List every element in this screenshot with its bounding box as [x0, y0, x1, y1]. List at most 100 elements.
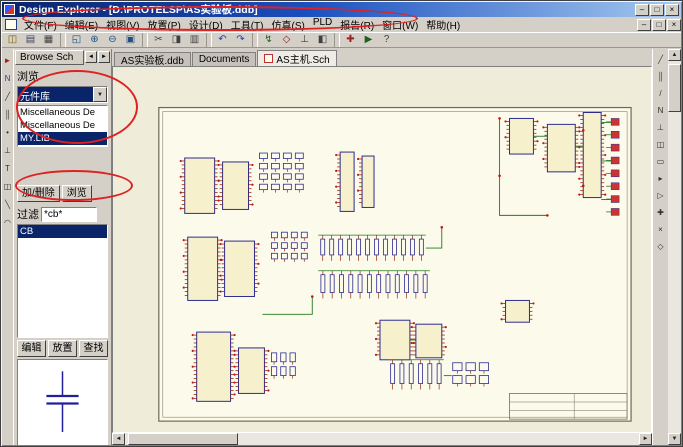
menu-pld[interactable]: PLD	[309, 17, 336, 32]
title-bar: Design Explorer - [D:\PROTELSP\AS实验板.ddb…	[2, 2, 681, 17]
toolbar-separator	[252, 33, 258, 47]
bus-tool-icon[interactable]: ║	[654, 71, 667, 83]
zoom-all-icon[interactable]: ▣	[122, 33, 139, 47]
browse-panel: Browse Sch ◄ ► 浏览 元件库 ▼ Miscellaneous De…	[14, 49, 112, 445]
chevron-down-icon[interactable]: ▼	[93, 87, 107, 102]
main-toolbar: ◫▤▦ ◱⊕⊖▣ ✂◨▥ ↶↷ ↯◇⊥◧ ✚▶?	[2, 32, 681, 48]
zoom-in-icon[interactable]: ⊕	[86, 33, 103, 47]
wire-icon[interactable]: ╱	[2, 91, 13, 102]
sheet-symbol-tool-icon[interactable]: ▭	[654, 156, 667, 168]
help-icon[interactable]: ?	[378, 33, 395, 47]
horizontal-scrollbar-track[interactable]	[125, 433, 639, 445]
power-objects-icon[interactable]: ⊥	[296, 33, 313, 47]
menu-design[interactable]: 设计(D)	[185, 17, 227, 32]
drawing-tools-icon[interactable]: ◇	[278, 33, 295, 47]
net-label-tool-icon[interactable]: N	[654, 105, 667, 117]
text-icon[interactable]: T	[2, 163, 13, 174]
junction-icon[interactable]: •	[2, 127, 13, 138]
simulate-run-icon[interactable]: ▶	[360, 33, 377, 47]
power-port-icon[interactable]: ⊥	[2, 145, 13, 156]
mdi-restore-button[interactable]: □	[652, 19, 666, 31]
tab-as-shiyanban-ddb[interactable]: AS实验板.ddb	[114, 52, 191, 66]
scroll-left-button[interactable]: ◄	[112, 433, 125, 445]
cut-icon[interactable]: ✂	[150, 33, 167, 47]
directives-tool-icon[interactable]: ◇	[654, 241, 667, 253]
menu-reports[interactable]: 报告(R)	[336, 17, 378, 32]
bus-icon[interactable]: ║	[2, 109, 13, 120]
place-button[interactable]: 放置	[48, 340, 77, 357]
tab-label: AS主机.Sch	[276, 51, 329, 66]
vertical-scrollbar-track[interactable]	[668, 61, 681, 433]
scroll-up-button[interactable]: ▲	[668, 49, 681, 61]
panel-scroll-left-button[interactable]: ◄	[85, 51, 97, 63]
redo-icon[interactable]: ↷	[232, 33, 249, 47]
sheet-entry-tool-icon[interactable]: ▸	[654, 173, 667, 185]
mdi-window-controls: –□×	[636, 19, 681, 31]
menu-tools[interactable]: 工具(T)	[227, 17, 268, 32]
library-list-item[interactable]: Miscellaneous De	[18, 119, 107, 132]
power-port-tool-icon[interactable]: ⊥	[654, 122, 667, 134]
sheet-icon	[264, 54, 273, 63]
menu-help[interactable]: 帮助(H)	[422, 17, 464, 32]
panel-scroll-right-button[interactable]: ►	[98, 51, 110, 63]
component-listbox[interactable]: CB	[17, 224, 108, 338]
toolbar-separator	[334, 33, 340, 47]
horizontal-scrollbar[interactable]: ◄ ►	[112, 433, 652, 445]
zoom-window-icon[interactable]: ◱	[68, 33, 85, 47]
scroll-right-button[interactable]: ►	[639, 433, 652, 445]
parts-browser-icon[interactable]: ◧	[314, 33, 331, 47]
menu-view[interactable]: 视图(V)	[102, 17, 143, 32]
close-button[interactable]: ×	[665, 4, 679, 16]
horizontal-scrollbar-thumb[interactable]	[128, 433, 238, 445]
paste-icon[interactable]: ▥	[186, 33, 203, 47]
undo-icon[interactable]: ↶	[214, 33, 231, 47]
wiring-tools-icon[interactable]: ↯	[260, 33, 277, 47]
library-list-item[interactable]: Miscellaneous De	[18, 106, 107, 119]
library-list-item[interactable]: MY.LIB	[18, 132, 107, 145]
arc-icon[interactable]: ◠	[2, 217, 13, 228]
vertical-scrollbar-thumb[interactable]	[668, 64, 681, 112]
cursor-icon[interactable]: ►	[2, 55, 13, 66]
menu-window[interactable]: 窗口(W)	[378, 17, 422, 32]
filter-input[interactable]	[41, 207, 97, 222]
tab-as-zhuji-sch[interactable]: AS主机.Sch	[257, 50, 336, 66]
save-icon[interactable]: ▤	[22, 33, 39, 47]
zoom-out-icon[interactable]: ⊖	[104, 33, 121, 47]
tab-browse-sch[interactable]: Browse Sch	[15, 50, 84, 65]
bus-entry-icon[interactable]: /	[654, 88, 667, 100]
mdi-close-button[interactable]: ×	[667, 19, 681, 31]
component-list-item[interactable]: CB	[18, 225, 107, 238]
polyline-icon[interactable]: ╲	[2, 199, 13, 210]
port-tool-icon[interactable]: ▷	[654, 190, 667, 202]
browse-button[interactable]: 浏览	[62, 185, 92, 202]
net-icon[interactable]: N	[2, 73, 13, 84]
copy-icon[interactable]: ◨	[168, 33, 185, 47]
menu-place[interactable]: 放置(P)	[143, 17, 184, 32]
schematic-canvas[interactable]	[112, 66, 652, 433]
menu-file[interactable]: 文件(F)	[20, 17, 61, 32]
minimize-button[interactable]: –	[635, 4, 649, 16]
menu-edit[interactable]: 编辑(E)	[61, 17, 102, 32]
print-icon[interactable]: ▦	[40, 33, 57, 47]
part-icon[interactable]: ◫	[2, 181, 13, 192]
library-type-value: 元件库	[18, 87, 93, 102]
library-type-dropdown[interactable]: 元件库 ▼	[17, 86, 108, 103]
tab-documents[interactable]: Documents	[192, 52, 257, 66]
wire-tool-icon[interactable]: ╱	[654, 54, 667, 66]
no-erc-tool-icon[interactable]: ×	[654, 224, 667, 236]
edit-button[interactable]: 编辑	[17, 340, 46, 357]
add-remove-button[interactable]: 加/删除	[17, 185, 60, 202]
scroll-down-button[interactable]: ▼	[668, 433, 681, 445]
library-listbox[interactable]: Miscellaneous DeMiscellaneous DeMY.LIB	[17, 105, 108, 147]
vertical-scrollbar[interactable]: ▲ ▼	[668, 49, 681, 445]
junction-tool-icon[interactable]: ✚	[654, 207, 667, 219]
menu-simulate[interactable]: 仿真(S)	[267, 17, 308, 32]
browse-label: 浏览	[17, 68, 108, 84]
cross-probe-icon[interactable]: ✚	[342, 33, 359, 47]
part-tool-icon[interactable]: ◫	[654, 139, 667, 151]
open-document-icon[interactable]: ◫	[4, 33, 21, 47]
mdi-minimize-button[interactable]: –	[637, 19, 651, 31]
restore-button[interactable]: □	[650, 4, 664, 16]
find-button[interactable]: 查找	[79, 340, 108, 357]
menu-items: 文件(F)编辑(E)视图(V)放置(P)设计(D)工具(T)仿真(S)PLD报告…	[20, 17, 464, 32]
